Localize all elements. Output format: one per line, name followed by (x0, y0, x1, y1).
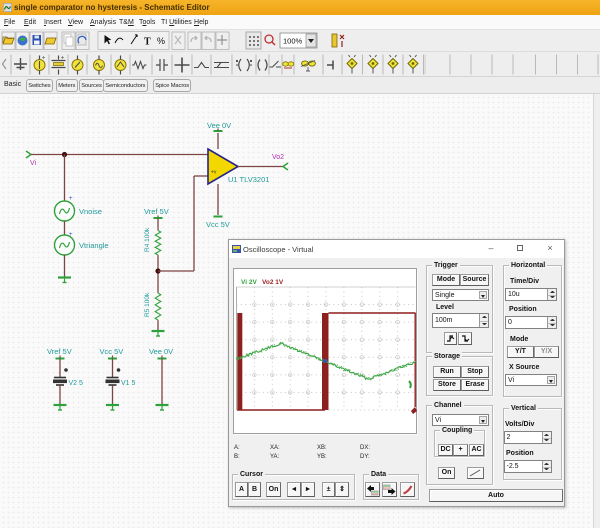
svg-text:Vcc 5V: Vcc 5V (206, 220, 230, 229)
svg-text:V1 5: V1 5 (121, 380, 136, 387)
svg-text:Vnoise: Vnoise (79, 207, 102, 216)
svg-text:R4 100k: R4 100k (144, 227, 151, 252)
svg-text:T: T (144, 37, 151, 48)
svg-text:Vo2: Vo2 (272, 154, 284, 161)
svg-text:100%: 100% (283, 37, 303, 46)
svg-text:Vo2 1V: Vo2 1V (262, 279, 284, 286)
svg-text:+: + (69, 232, 73, 238)
svg-text:Vee 0V: Vee 0V (207, 121, 231, 130)
svg-text:Vref 5V: Vref 5V (144, 207, 169, 216)
svg-text:+: + (69, 196, 73, 202)
svg-text:U1 TLV3201: U1 TLV3201 (228, 175, 269, 184)
svg-text:Vcc 5V: Vcc 5V (100, 347, 124, 356)
svg-text:Vee 0V: Vee 0V (149, 347, 173, 356)
svg-text:Vref 5V: Vref 5V (47, 347, 72, 356)
svg-text:+v: +v (211, 170, 217, 176)
svg-text:R5 100k: R5 100k (144, 292, 151, 317)
svg-text:V2 5: V2 5 (69, 380, 84, 387)
svg-text:%: % (157, 36, 165, 46)
svg-text:Vi: Vi (30, 160, 37, 167)
svg-text:Vtriangle: Vtriangle (79, 241, 109, 250)
svg-text:Vi 2V: Vi 2V (241, 279, 257, 286)
